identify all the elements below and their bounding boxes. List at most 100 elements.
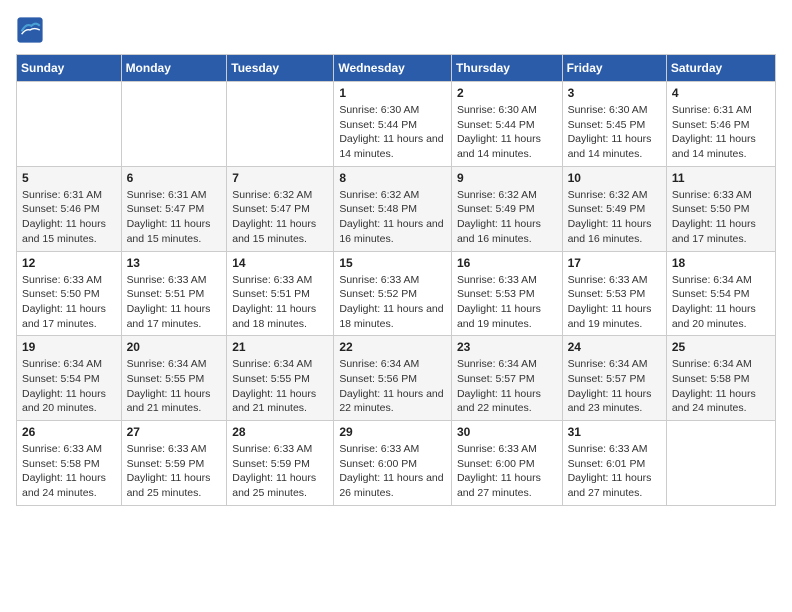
weekday-header-monday: Monday — [121, 55, 227, 82]
calendar-cell: 13Sunrise: 6:33 AM Sunset: 5:51 PM Dayli… — [121, 251, 227, 336]
day-info: Sunrise: 6:34 AM Sunset: 5:54 PM Dayligh… — [672, 273, 770, 332]
day-number: 25 — [672, 340, 770, 354]
weekday-header-wednesday: Wednesday — [334, 55, 452, 82]
calendar-cell: 14 Sunrise: 6:33 AM Sunset: 5:51 PM Dayli… — [227, 251, 334, 336]
day-info: Sunrise: 6:33 AM Sunset: 5:52 PM Dayligh… — [339, 273, 446, 332]
day-number: 31 — [568, 425, 661, 439]
day-number: 3 — [568, 86, 661, 100]
day-info: Sunrise: 6:33 AM Sunset: 5:51 PM Dayligh… — [232, 273, 328, 332]
day-number: 16 — [457, 256, 557, 270]
day-info: Sunrise: 6:33 AM Sunset: 5:58 PM Dayligh… — [22, 442, 116, 501]
day-number: 15 — [339, 256, 446, 270]
day-number: 8 — [339, 171, 446, 185]
calendar-cell: 25 Sunrise: 6:34 AM Sunset: 5:58 PM Dayli… — [666, 336, 775, 421]
day-info: Sunrise: 6:33 AM Sunset: 6:01 PM Dayligh… — [568, 442, 661, 501]
calendar-header: SundayMondayTuesdayWednesdayThursdayFrid… — [17, 55, 776, 82]
calendar-week-4: 19Sunrise: 6:34 AM Sunset: 5:54 PM Dayli… — [17, 336, 776, 421]
day-number: 27 — [127, 425, 222, 439]
calendar-cell: 31 Sunrise: 6:33 AM Sunset: 6:01 PM Dayli… — [562, 421, 666, 506]
calendar-cell: 1 Sunrise: 6:30 AM Sunset: 5:44 PM Daylig… — [334, 82, 452, 167]
day-number: 30 — [457, 425, 557, 439]
day-info: Sunrise: 6:31 AM Sunset: 5:46 PM Dayligh… — [22, 188, 116, 247]
day-info: Sunrise: 6:32 AM Sunset: 5:47 PM Dayligh… — [232, 188, 328, 247]
day-number: 2 — [457, 86, 557, 100]
calendar-cell: 16 Sunrise: 6:33 AM Sunset: 5:53 PM Dayli… — [451, 251, 562, 336]
day-info: Sunrise: 6:30 AM Sunset: 5:44 PM Dayligh… — [339, 103, 446, 162]
day-info: Sunrise: 6:34 AM Sunset: 5:57 PM Dayligh… — [568, 357, 661, 416]
day-number: 23 — [457, 340, 557, 354]
logo — [16, 16, 48, 44]
day-info: Sunrise: 6:31 AM Sunset: 5:46 PM Dayligh… — [672, 103, 770, 162]
calendar-table: SundayMondayTuesdayWednesdayThursdayFrid… — [16, 54, 776, 506]
calendar-cell: 7 Sunrise: 6:32 AM Sunset: 5:47 PM Daylig… — [227, 166, 334, 251]
day-number: 14 — [232, 256, 328, 270]
day-number: 24 — [568, 340, 661, 354]
calendar-cell: 29 Sunrise: 6:33 AM Sunset: 6:00 PM Dayli… — [334, 421, 452, 506]
calendar-cell: 23 Sunrise: 6:34 AM Sunset: 5:57 PM Dayli… — [451, 336, 562, 421]
day-number: 21 — [232, 340, 328, 354]
calendar-cell: 2 Sunrise: 6:30 AM Sunset: 5:44 PM Daylig… — [451, 82, 562, 167]
calendar-cell — [121, 82, 227, 167]
day-info: Sunrise: 6:30 AM Sunset: 5:44 PM Dayligh… — [457, 103, 557, 162]
day-info: Sunrise: 6:33 AM Sunset: 6:00 PM Dayligh… — [339, 442, 446, 501]
day-info: Sunrise: 6:33 AM Sunset: 5:59 PM Dayligh… — [232, 442, 328, 501]
calendar-cell: 17 Sunrise: 6:33 AM Sunset: 5:53 PM Dayli… — [562, 251, 666, 336]
day-info: Sunrise: 6:34 AM Sunset: 5:55 PM Dayligh… — [232, 357, 328, 416]
weekday-header-tuesday: Tuesday — [227, 55, 334, 82]
calendar-cell: 15 Sunrise: 6:33 AM Sunset: 5:52 PM Dayli… — [334, 251, 452, 336]
day-number: 7 — [232, 171, 328, 185]
day-info: Sunrise: 6:33 AM Sunset: 5:53 PM Dayligh… — [457, 273, 557, 332]
day-info: Sunrise: 6:33 AM Sunset: 5:53 PM Dayligh… — [568, 273, 661, 332]
day-info: Sunrise: 6:33 AM Sunset: 5:59 PM Dayligh… — [127, 442, 222, 501]
calendar-cell: 5 Sunrise: 6:31 AM Sunset: 5:46 PM Daylig… — [17, 166, 122, 251]
weekday-header-friday: Friday — [562, 55, 666, 82]
calendar-cell: 18 Sunrise: 6:34 AM Sunset: 5:54 PM Dayli… — [666, 251, 775, 336]
day-number: 19 — [22, 340, 116, 354]
calendar-cell: 6Sunrise: 6:31 AM Sunset: 5:47 PM Daylig… — [121, 166, 227, 251]
calendar-cell — [227, 82, 334, 167]
page-header — [16, 16, 776, 44]
day-number: 10 — [568, 171, 661, 185]
calendar-cell: 30Sunrise: 6:33 AM Sunset: 6:00 PM Dayli… — [451, 421, 562, 506]
day-number: 6 — [127, 171, 222, 185]
day-info: Sunrise: 6:32 AM Sunset: 5:49 PM Dayligh… — [457, 188, 557, 247]
day-info: Sunrise: 6:32 AM Sunset: 5:48 PM Dayligh… — [339, 188, 446, 247]
day-number: 12 — [22, 256, 116, 270]
calendar-week-3: 12 Sunrise: 6:33 AM Sunset: 5:50 PM Dayli… — [17, 251, 776, 336]
day-info: Sunrise: 6:33 AM Sunset: 5:50 PM Dayligh… — [672, 188, 770, 247]
day-number: 26 — [22, 425, 116, 439]
day-info: Sunrise: 6:34 AM Sunset: 5:55 PM Dayligh… — [127, 357, 222, 416]
day-number: 1 — [339, 86, 446, 100]
calendar-cell: 26 Sunrise: 6:33 AM Sunset: 5:58 PM Dayli… — [17, 421, 122, 506]
day-info: Sunrise: 6:34 AM Sunset: 5:57 PM Dayligh… — [457, 357, 557, 416]
weekday-header-saturday: Saturday — [666, 55, 775, 82]
day-info: Sunrise: 6:34 AM Sunset: 5:58 PM Dayligh… — [672, 357, 770, 416]
logo-icon — [16, 16, 44, 44]
day-number: 29 — [339, 425, 446, 439]
calendar-cell: 12 Sunrise: 6:33 AM Sunset: 5:50 PM Dayli… — [17, 251, 122, 336]
calendar-cell: 11 Sunrise: 6:33 AM Sunset: 5:50 PM Dayli… — [666, 166, 775, 251]
day-number: 11 — [672, 171, 770, 185]
day-number: 5 — [22, 171, 116, 185]
calendar-cell: 22Sunrise: 6:34 AM Sunset: 5:56 PM Dayli… — [334, 336, 452, 421]
calendar-cell: 24 Sunrise: 6:34 AM Sunset: 5:57 PM Dayli… — [562, 336, 666, 421]
day-info: Sunrise: 6:30 AM Sunset: 5:45 PM Dayligh… — [568, 103, 661, 162]
calendar-cell — [17, 82, 122, 167]
day-info: Sunrise: 6:33 AM Sunset: 5:50 PM Dayligh… — [22, 273, 116, 332]
calendar-cell: 21 Sunrise: 6:34 AM Sunset: 5:55 PM Dayli… — [227, 336, 334, 421]
day-number: 17 — [568, 256, 661, 270]
day-number: 9 — [457, 171, 557, 185]
calendar-week-1: 1 Sunrise: 6:30 AM Sunset: 5:44 PM Daylig… — [17, 82, 776, 167]
calendar-cell: 3 Sunrise: 6:30 AM Sunset: 5:45 PM Daylig… — [562, 82, 666, 167]
calendar-cell: 9 Sunrise: 6:32 AM Sunset: 5:49 PM Daylig… — [451, 166, 562, 251]
day-number: 18 — [672, 256, 770, 270]
calendar-cell: 4Sunrise: 6:31 AM Sunset: 5:46 PM Daylig… — [666, 82, 775, 167]
calendar-cell: 10 Sunrise: 6:32 AM Sunset: 5:49 PM Dayli… — [562, 166, 666, 251]
calendar-cell: 20 Sunrise: 6:34 AM Sunset: 5:55 PM Dayli… — [121, 336, 227, 421]
day-info: Sunrise: 6:34 AM Sunset: 5:56 PM Dayligh… — [339, 357, 446, 416]
calendar-cell: 27 Sunrise: 6:33 AM Sunset: 5:59 PM Dayli… — [121, 421, 227, 506]
weekday-header-sunday: Sunday — [17, 55, 122, 82]
day-info: Sunrise: 6:32 AM Sunset: 5:49 PM Dayligh… — [568, 188, 661, 247]
day-number: 20 — [127, 340, 222, 354]
calendar-week-5: 26 Sunrise: 6:33 AM Sunset: 5:58 PM Dayli… — [17, 421, 776, 506]
